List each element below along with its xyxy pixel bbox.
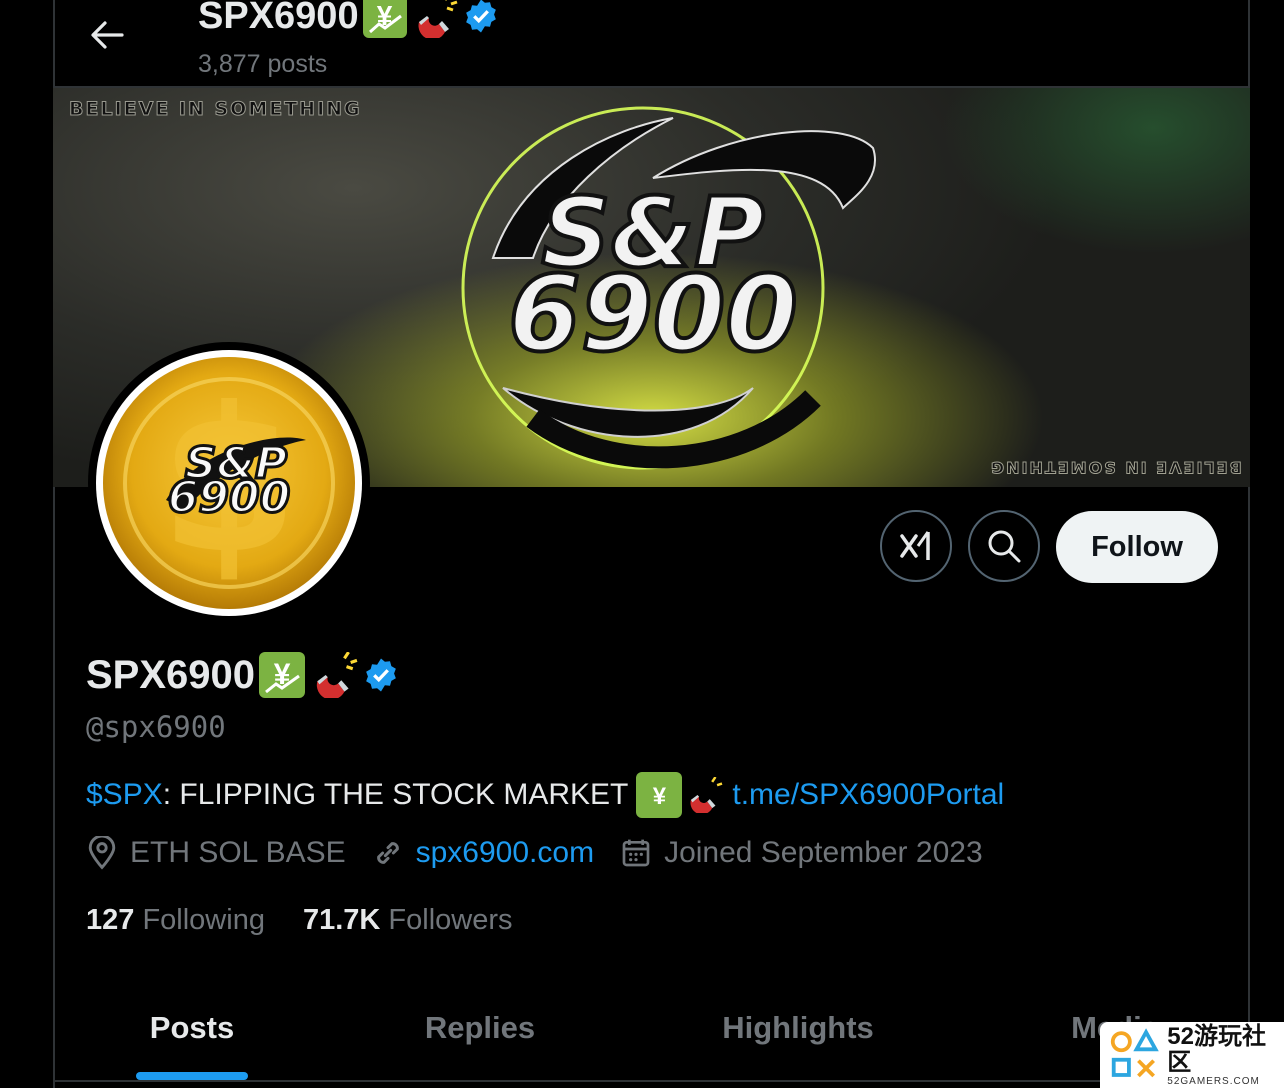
verified-badge-icon[interactable]: [363, 657, 399, 693]
website-link[interactable]: spx6900.com: [416, 836, 594, 870]
magnet-icon: [316, 652, 358, 698]
site-watermark: 52游玩社区 52GAMERS.COM: [1100, 1022, 1284, 1088]
verified-badge-icon: [465, 0, 496, 33]
calendar-icon: [622, 839, 650, 867]
header-name-text: SPX6900: [198, 0, 359, 37]
magnet-icon: [690, 777, 723, 813]
link-icon: [376, 842, 399, 864]
location-text: ETH SOL BASE: [130, 836, 346, 869]
header-posts-count: 3,877 posts: [198, 50, 328, 78]
watermark-main-text: 52游玩社区: [1167, 1022, 1266, 1076]
tab-highlights[interactable]: Highlights: [700, 988, 896, 1068]
location-item: ETH SOL BASE: [86, 836, 346, 870]
chart-yen-icon: ¥: [636, 772, 683, 818]
following-link[interactable]: 127 Following: [86, 904, 265, 937]
arrow-left-icon: [91, 21, 124, 49]
bio-telegram-link[interactable]: t.me/SPX6900Portal: [732, 778, 1004, 812]
search-profile-button[interactable]: [968, 510, 1040, 582]
tabs-divider: [55, 1080, 1248, 1082]
location-pin-icon: [88, 836, 116, 870]
chart-yen-icon: ¥: [259, 652, 306, 698]
profile-display-name: SPX6900 ¥: [86, 652, 399, 698]
playstation-shapes-icon: [1110, 1028, 1159, 1078]
tab-posts[interactable]: Posts: [96, 988, 288, 1068]
bio-text: : FLIPPING THE STOCK MARKET: [162, 778, 629, 811]
active-tab-indicator: [136, 1072, 248, 1080]
watermark-sub-text: 52GAMERS.COM: [1167, 1075, 1260, 1087]
profile-name-text: SPX6900: [86, 652, 256, 697]
bio-cashtag-link[interactable]: $SPX: [86, 778, 163, 812]
following-count: 127: [86, 904, 135, 936]
joined-item: Joined September 2023: [620, 836, 983, 870]
avatar[interactable]: $ S&P 6900: [88, 342, 370, 624]
avatar-coin-image: $ S&P 6900: [96, 350, 362, 616]
followers-count: 71.7K: [302, 904, 381, 936]
profile-stats: 127 Following 71.7K Followers: [86, 904, 551, 937]
tab-replies[interactable]: Replies: [384, 988, 576, 1068]
avatar-logo-line2: 6900: [168, 472, 290, 523]
joined-text: Joined September 2023: [664, 836, 983, 869]
search-icon: [988, 530, 1021, 563]
grok-icon: [900, 531, 930, 560]
following-label: Following: [142, 904, 265, 936]
back-button[interactable]: [76, 6, 138, 64]
followers-link[interactable]: 71.7K Followers: [303, 904, 513, 937]
profile-bio: $SPX : FLIPPING THE STOCK MARKET ¥ t.me/…: [86, 772, 1004, 818]
banner-logo-line2: 6900: [508, 253, 797, 375]
banner-tagline-bottom: BELIEVE IN SOMETHING: [989, 458, 1243, 478]
profile-meta: ETH SOL BASE spx6900.com Joined Septembe…: [86, 836, 1009, 870]
magnet-icon: [418, 0, 458, 38]
follow-button[interactable]: Follow: [1056, 511, 1218, 583]
chart-yen-icon: ¥: [362, 0, 407, 38]
website-item: spx6900.com: [372, 836, 594, 870]
profile-handle: @spx6900: [86, 710, 226, 744]
followers-label: Followers: [388, 904, 513, 936]
grok-button[interactable]: [880, 510, 952, 582]
header-display-name: SPX6900 ¥: [198, 0, 499, 38]
